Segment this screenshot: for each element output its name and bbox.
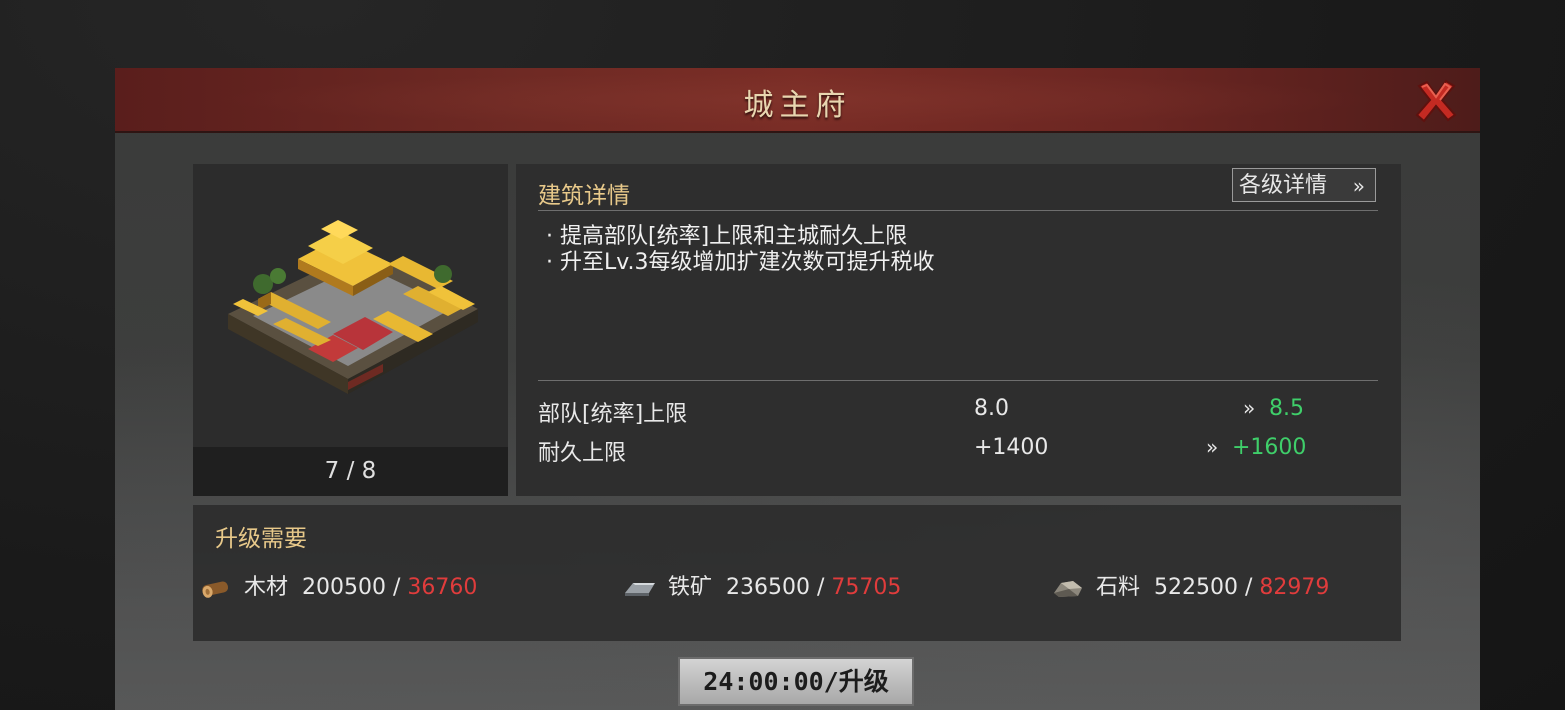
stat-current-durability-cap: +1400 <box>974 435 1049 460</box>
resource-iron: 铁矿 236500 / 75705 <box>623 569 902 600</box>
resource-wood: 木材 200500 / 36760 <box>199 569 478 600</box>
double-chevron-right-icon: » <box>1352 174 1365 198</box>
level-details-button[interactable]: 各级详情 » <box>1232 168 1376 202</box>
resource-iron-separator: / <box>810 575 832 600</box>
description-line-2: · 升至Lv.3每级增加扩建次数可提升税收 <box>546 250 935 275</box>
resource-stone-have: 82979 <box>1259 575 1330 600</box>
building-dialog: 城主府 7 / 8 建筑详情 各级详情 » · 提高部队[统率]上限和主城耐久上… <box>115 68 1480 710</box>
resource-stone: 石料 522500 / 82979 <box>1051 569 1330 600</box>
resource-wood-name: 木材 <box>244 575 289 600</box>
resource-stone-name: 石料 <box>1096 575 1141 600</box>
resource-stone-required: 522500 <box>1154 575 1238 600</box>
dialog-title: 城主府 <box>743 88 852 123</box>
stat-label-command-cap: 部队[统率]上限 <box>538 402 688 427</box>
details-divider <box>538 210 1378 211</box>
building-details-panel: 建筑详情 各级详情 » · 提高部队[统率]上限和主城耐久上限 · 升至Lv.3… <box>516 164 1401 496</box>
resource-wood-separator: / <box>386 575 408 600</box>
resource-iron-required: 236500 <box>726 575 810 600</box>
requirements-section-title: 升级需要 <box>215 526 307 552</box>
double-chevron-right-icon: » <box>1206 435 1219 459</box>
resource-wood-required: 200500 <box>302 575 386 600</box>
wood-log-icon <box>202 581 229 598</box>
stat-next-command-cap: 8.5 <box>1269 396 1304 421</box>
level-details-label: 各级详情 <box>1239 173 1328 198</box>
upgrade-button[interactable]: 24:00:00/升级 <box>678 657 914 706</box>
stat-current-command-cap: 8.0 <box>974 396 1009 421</box>
close-icon <box>1415 79 1457 123</box>
resource-wood-have: 36760 <box>407 575 478 600</box>
stat-next-durability-cap: +1600 <box>1232 435 1307 460</box>
resource-iron-have: 75705 <box>831 575 902 600</box>
palace-building-image <box>228 220 478 394</box>
iron-ingot-icon <box>625 583 655 596</box>
double-chevron-right-icon: » <box>1243 396 1256 420</box>
stats-divider <box>538 380 1378 381</box>
resource-iron-name: 铁矿 <box>668 575 713 600</box>
resource-stone-separator: / <box>1238 575 1260 600</box>
building-preview-panel: 7 / 8 <box>193 164 508 496</box>
building-level: 7 / 8 <box>193 447 508 496</box>
stat-label-durability-cap: 耐久上限 <box>538 441 627 466</box>
upgrade-requirements-panel: 升级需要 木材 200500 / 36760 铁矿 236500 / 75705 <box>193 505 1401 641</box>
details-section-title: 建筑详情 <box>538 183 630 209</box>
stone-icon <box>1054 581 1082 597</box>
close-button[interactable] <box>1413 78 1459 124</box>
